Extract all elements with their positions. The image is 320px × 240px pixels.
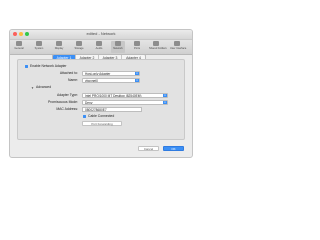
speaker-icon (96, 41, 102, 46)
toolbar-system[interactable]: System (32, 41, 46, 53)
toolbar-label: Shared Folders (149, 47, 167, 50)
advanced-toggle[interactable]: Advanced (36, 85, 51, 90)
toolbar-label: User Interface (170, 47, 187, 50)
monitor-icon (56, 41, 62, 46)
cable-connected-checkbox[interactable] (83, 115, 86, 118)
adapter-type-value: Intel PRO/1000 MT Desktop (82540EM) (85, 94, 142, 98)
chevron-down-icon: ▾ (135, 72, 139, 75)
toolbar-label: Network (113, 47, 123, 50)
attached-to-label: Attached to: (59, 71, 78, 75)
gear-icon (16, 41, 22, 46)
cable-connected-label: Cable Connected (88, 114, 115, 118)
name-value: vboxnet0 (85, 79, 98, 83)
toolbar-label: Ports (133, 47, 141, 50)
adapter-type-select[interactable]: Intel PRO/1000 MT Desktop (82540EM) ▾ (82, 93, 168, 98)
promiscuous-mode-value: Deny (85, 101, 93, 105)
promiscuous-mode-label: Promiscuous Mode: (48, 100, 78, 104)
mac-address-field[interactable]: 0800278680E7 (82, 107, 142, 112)
cancel-button[interactable]: Cancel (138, 146, 159, 151)
toolbar-audio[interactable]: Audio (92, 41, 106, 53)
toolbar-label: Audio (95, 47, 103, 50)
title-bar: edited - Network (10, 30, 192, 40)
chevron-down-icon: ▾ (135, 79, 139, 82)
settings-window: edited - Network General System Display … (9, 29, 193, 158)
toolbar-label: System (34, 47, 44, 50)
settings-toolbar: General System Display Storage Audio Net… (10, 40, 192, 55)
promiscuous-mode-select[interactable]: Deny ▾ (82, 100, 168, 105)
window-title: edited - Network (86, 31, 116, 36)
folder-icon (153, 41, 159, 46)
toolbar-label: General (14, 47, 24, 50)
toolbar-label: Storage (74, 47, 84, 50)
toolbar-general[interactable]: General (12, 41, 26, 53)
enable-adapter-checkbox[interactable] (25, 65, 28, 68)
toolbar-storage[interactable]: Storage (72, 41, 86, 53)
toolbar-shared-folders[interactable]: Shared Folders (149, 41, 167, 53)
toolbar-display[interactable]: Display (52, 41, 66, 53)
disclosure-triangle-icon[interactable]: ▼ (31, 86, 34, 90)
attached-to-value: Host-only Adapter (85, 72, 111, 76)
toolbar-network[interactable]: Network (111, 41, 125, 53)
name-label: Name: (68, 78, 78, 82)
toolbar-label: Display (54, 47, 64, 50)
adapter-panel: Enable Network Adapter Attached to: Host… (17, 59, 185, 140)
chevron-down-icon: ▾ (163, 94, 167, 97)
window-icon (174, 41, 180, 46)
toolbar-user-interface[interactable]: User Interface (170, 41, 187, 53)
attached-to-select[interactable]: Host-only Adapter ▾ (82, 71, 140, 76)
name-select[interactable]: vboxnet0 ▾ (82, 78, 140, 83)
port-forwarding-button[interactable]: Port Forwarding (82, 121, 122, 126)
ok-button[interactable]: OK (163, 146, 184, 151)
adapter-type-label: Adapter Type: (56, 93, 78, 97)
network-icon (115, 41, 121, 46)
chevron-down-icon: ▾ (163, 101, 167, 104)
chip-icon (36, 41, 42, 46)
toolbar-ports[interactable]: Ports (130, 41, 144, 53)
port-icon (134, 41, 140, 46)
disk-icon (76, 41, 82, 46)
mac-address-label: MAC Address: (56, 107, 78, 111)
enable-adapter-label: Enable Network Adapter (30, 64, 67, 68)
